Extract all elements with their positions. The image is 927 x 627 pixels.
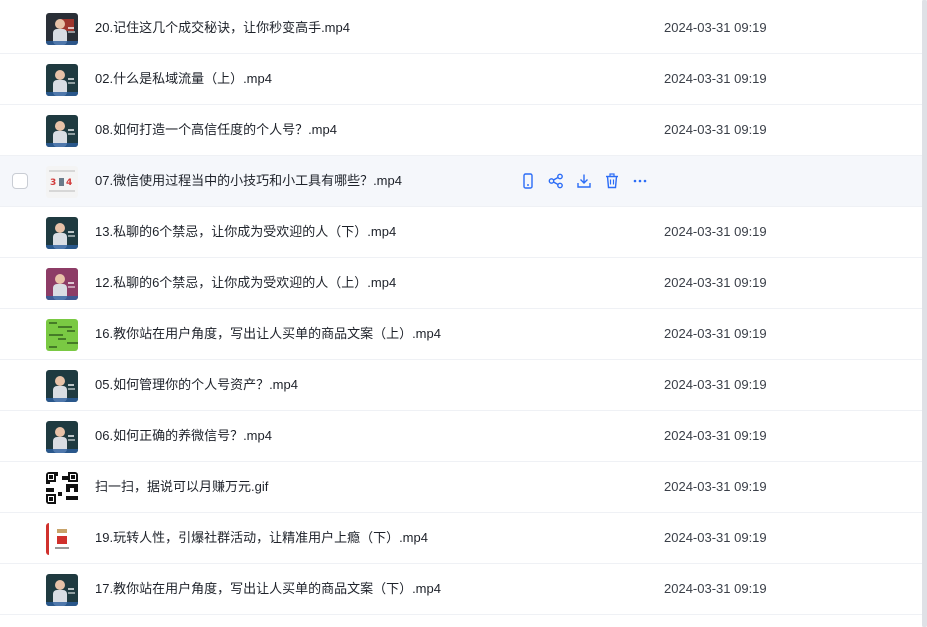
file-thumbnail[interactable] <box>46 13 78 45</box>
delete-icon <box>603 172 621 190</box>
file-thumbnail[interactable] <box>46 370 78 402</box>
svg-text:4: 4 <box>66 178 72 188</box>
phone-icon <box>519 172 537 190</box>
file-name[interactable]: 06.如何正确的养微信号？.mp4 <box>95 428 272 444</box>
file-name[interactable]: 20.记住这几个成交秘诀，让你秒变高手.mp4 <box>95 20 350 36</box>
file-thumbnail[interactable] <box>46 217 78 249</box>
more-button[interactable] <box>631 172 649 190</box>
file-modified-date: 2024-03-31 09:19 <box>664 122 767 137</box>
file-thumbnail[interactable] <box>46 115 78 147</box>
share-button[interactable] <box>547 172 565 190</box>
delete-button[interactable] <box>603 172 621 190</box>
file-row[interactable]: 06.如何正确的养微信号？.mp4 2024-03-31 09:19 <box>0 411 922 462</box>
file-modified-date: 2024-03-31 09:19 <box>664 20 767 35</box>
file-name[interactable]: 17.教你站在用户角度，写出让人买单的商品文案（下）.mp4 <box>95 581 441 597</box>
file-thumbnail[interactable] <box>46 319 78 351</box>
file-modified-date: 2024-03-31 09:19 <box>664 581 767 596</box>
file-name[interactable]: 12.私聊的6个禁忌，让你成为受欢迎的人（上）.mp4 <box>95 275 396 291</box>
file-name[interactable]: 13.私聊的6个禁忌，让你成为受欢迎的人（下）.mp4 <box>95 224 396 240</box>
file-thumbnail[interactable] <box>46 64 78 96</box>
file-modified-date: 2024-03-31 09:19 <box>664 530 767 545</box>
file-modified-date: 2024-03-31 09:19 <box>664 224 767 239</box>
more-icon <box>631 172 649 190</box>
file-thumbnail[interactable] <box>46 523 78 555</box>
file-name[interactable]: 19.玩转人性，引爆社群活动，让精准用户上瘾（下）.mp4 <box>95 530 428 546</box>
file-modified-date: 2024-03-31 09:19 <box>664 428 767 443</box>
send-to-phone-button[interactable] <box>519 172 537 190</box>
file-name[interactable]: 08.如何打造一个高信任度的个人号？.mp4 <box>95 122 337 138</box>
file-row[interactable]: 13.私聊的6个禁忌，让你成为受欢迎的人（下）.mp4 2024-03-31 09… <box>0 207 922 258</box>
file-name[interactable]: 扫一扫，据说可以月赚万元.gif <box>95 479 268 495</box>
file-name[interactable]: 05.如何管理你的个人号资产？.mp4 <box>95 377 298 393</box>
file-row[interactable]: 20.记住这几个成交秘诀，让你秒变高手.mp4 2024-03-31 09:19 <box>0 3 922 54</box>
file-name[interactable]: 02.什么是私域流量（上）.mp4 <box>95 71 272 87</box>
file-row[interactable]: 12.私聊的6个禁忌，让你成为受欢迎的人（上）.mp4 2024-03-31 09… <box>0 258 922 309</box>
file-row[interactable]: 19.玩转人性，引爆社群活动，让精准用户上瘾（下）.mp4 2024-03-31 … <box>0 513 922 564</box>
file-modified-date: 2024-03-31 09:19 <box>664 326 767 341</box>
file-row[interactable]: 08.如何打造一个高信任度的个人号？.mp4 2024-03-31 09:19 <box>0 105 922 156</box>
file-thumbnail[interactable] <box>46 574 78 606</box>
file-row[interactable]: 02.什么是私域流量（上）.mp4 2024-03-31 09:19 <box>0 54 922 105</box>
file-row[interactable]: 3 4 07.微信使用过程当中的小技巧和小工具有哪些？.mp4 <box>0 156 922 207</box>
file-name[interactable]: 16.教你站在用户角度，写出让人买单的商品文案（上）.mp4 <box>95 326 441 342</box>
svg-text:3: 3 <box>50 178 56 188</box>
file-thumbnail[interactable] <box>46 268 78 300</box>
file-thumbnail[interactable] <box>46 472 78 504</box>
file-row[interactable]: 05.如何管理你的个人号资产？.mp4 2024-03-31 09:19 <box>0 360 922 411</box>
file-name[interactable]: 07.微信使用过程当中的小技巧和小工具有哪些？.mp4 <box>95 173 402 189</box>
row-checkbox[interactable] <box>12 173 28 189</box>
file-modified-date: 2024-03-31 09:19 <box>664 71 767 86</box>
scrollbar-thumb[interactable] <box>922 0 927 627</box>
file-row[interactable]: 扫一扫，据说可以月赚万元.gif 2024-03-31 09:19 <box>0 462 922 513</box>
file-row[interactable]: 16.教你站在用户角度，写出让人买单的商品文案（上）.mp4 2024-03-31… <box>0 309 922 360</box>
share-icon <box>547 172 565 190</box>
file-modified-date: 2024-03-31 09:19 <box>664 479 767 494</box>
file-row[interactable]: 17.教你站在用户角度，写出让人买单的商品文案（下）.mp4 2024-03-31… <box>0 564 922 615</box>
file-modified-date: 2024-03-31 09:19 <box>664 377 767 392</box>
download-icon <box>575 172 593 190</box>
download-button[interactable] <box>575 172 593 190</box>
scrollbar-track[interactable] <box>922 0 927 627</box>
file-thumbnail[interactable]: 34 <box>46 166 78 198</box>
file-modified-date: 2024-03-31 09:19 <box>664 275 767 290</box>
file-thumbnail[interactable] <box>46 421 78 453</box>
file-list: 20.记住这几个成交秘诀，让你秒变高手.mp4 2024-03-31 09:19 0… <box>0 0 922 627</box>
row-actions <box>519 172 659 190</box>
